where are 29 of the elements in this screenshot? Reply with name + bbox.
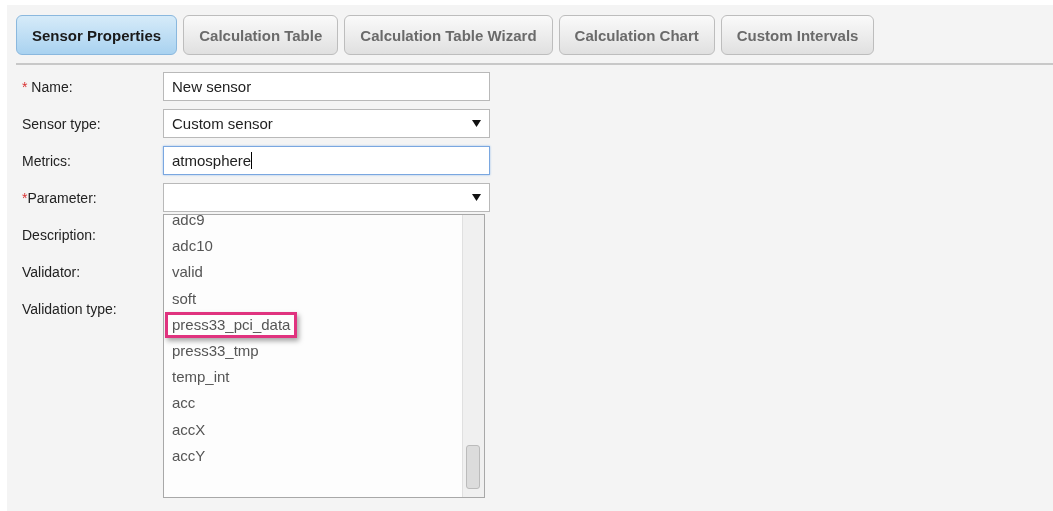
field-label: Sensor type: (22, 115, 102, 132)
tab[interactable]: Calculation Table Wizard (344, 15, 553, 55)
scrollbar[interactable] (462, 215, 484, 497)
caret-icon (472, 119, 481, 128)
dropdown-option[interactable]: temp_int (164, 364, 462, 391)
select-field[interactable] (163, 183, 490, 212)
field-label: *Parameter: (22, 189, 98, 206)
dropdown-option[interactable]: adc10 (164, 233, 462, 260)
text-field[interactable]: atmosphere (163, 146, 490, 175)
field-label: Metrics: (22, 152, 72, 169)
tab[interactable]: Calculation Chart (558, 15, 715, 55)
dropdown-option[interactable]: accX (164, 416, 462, 443)
dropdown-option[interactable]: adc9 (164, 215, 462, 234)
field-label: Validation type: (22, 300, 118, 317)
tab[interactable]: Sensor Properties (16, 15, 178, 55)
field-label: Validator: (22, 263, 82, 280)
dropdown-option[interactable]: press33_pci_data (164, 311, 462, 338)
caret-icon (472, 193, 481, 202)
text-field[interactable]: New sensor (163, 72, 490, 101)
tab[interactable]: Calculation Table (183, 15, 339, 55)
tab[interactable]: Custom Intervals (720, 15, 875, 55)
dropdown-option[interactable]: accY (164, 442, 462, 469)
dropdown-option[interactable]: soft (164, 285, 462, 312)
dropdown-option[interactable]: press33_tmp (164, 337, 462, 365)
field-label: * Name: (22, 78, 74, 95)
dropdown-option[interactable]: acc (164, 390, 462, 417)
dropdown-option[interactable]: valid (164, 259, 462, 286)
select-field[interactable]: Custom sensor (163, 109, 490, 138)
field-label: Description: (22, 226, 97, 243)
